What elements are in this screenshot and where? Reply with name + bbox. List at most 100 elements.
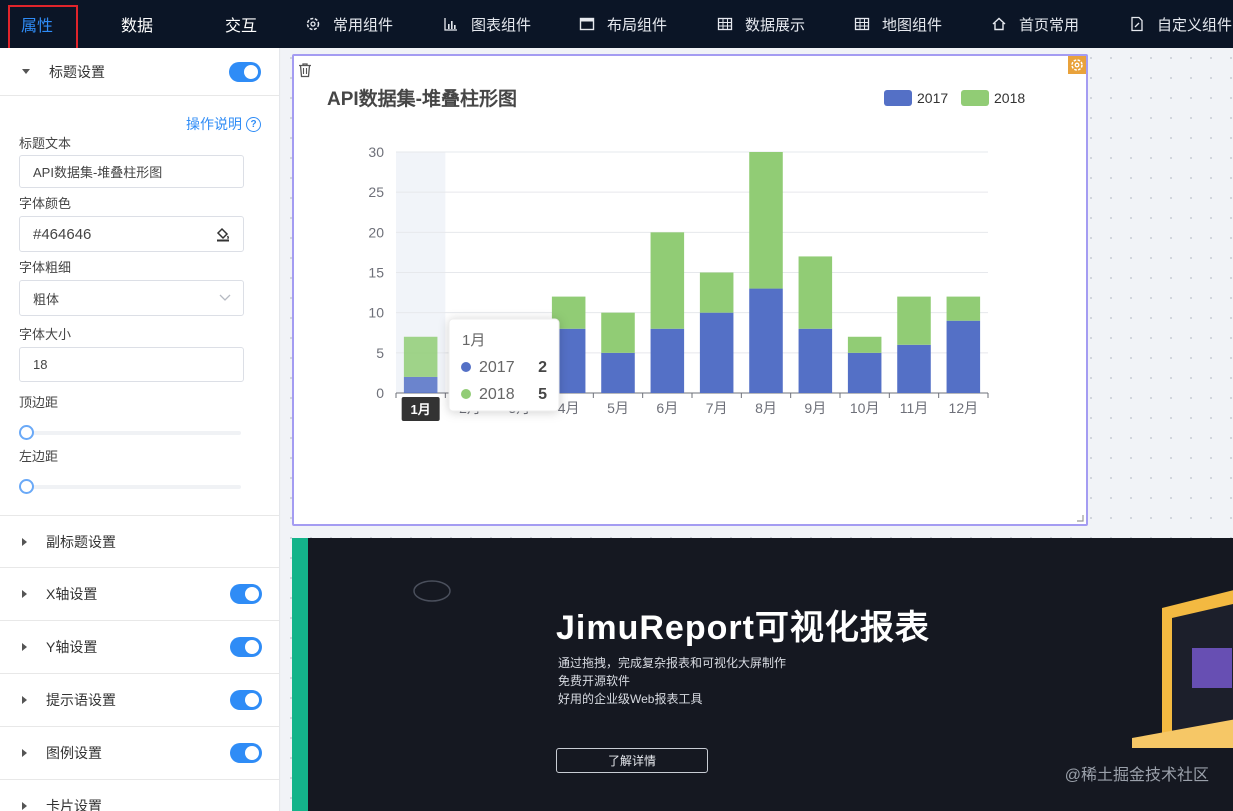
legend-swatch — [961, 90, 989, 106]
x-tick-label: 5月 — [607, 400, 629, 416]
bar-chart-icon — [444, 18, 457, 31]
title-toggle-switch[interactable] — [229, 61, 261, 82]
bar-2018 — [946, 296, 981, 321]
learn-more-button[interactable]: 了解详情 — [556, 748, 708, 773]
bar-2018 — [699, 272, 734, 313]
monitor-illustration-icon — [1132, 590, 1233, 748]
menu-layout-components[interactable]: 布局组件 — [579, 0, 667, 48]
y-tick-label: 20 — [368, 224, 384, 240]
menu-custom-components[interactable]: 自定义组件 — [1129, 0, 1232, 48]
bar-2018 — [847, 336, 882, 353]
tooltip-series-name: 2017 — [479, 359, 515, 376]
legend-label: 2018 — [994, 90, 1025, 106]
bar-2018 — [749, 152, 783, 289]
banner-line: 免费开源软件 — [558, 674, 631, 688]
slider-handle[interactable] — [19, 425, 34, 440]
tooltip-series-name: 2018 — [479, 386, 515, 403]
section-x-axis-settings[interactable]: X轴设置 — [0, 568, 279, 621]
promo-banner: JimuReport可视化报表 通过拖拽，完成复杂报表和可视化大屏制作 免费开源… — [292, 538, 1233, 811]
grid-icon — [854, 17, 870, 31]
legend-label: 2017 — [917, 90, 948, 106]
x-tick-label: 9月 — [804, 400, 826, 416]
question-icon: ? — [246, 116, 261, 132]
x-tick-label: 12月 — [949, 400, 979, 416]
bar-2017 — [798, 328, 833, 393]
menu-map-components[interactable]: 地图组件 — [854, 0, 942, 48]
section-tooltip-settings[interactable]: 提示语设置 — [0, 674, 279, 727]
caret-right-icon — [22, 749, 27, 757]
stacked-bar-chart: API数据集-堆叠柱形图 0510152025301月2月3月4月5月6月7月8… — [327, 87, 1025, 421]
section-subtitle-settings[interactable]: 副标题设置 — [0, 515, 279, 568]
x-tick-label: 6月 — [656, 400, 678, 416]
bar-2018 — [897, 296, 931, 345]
home-icon — [992, 17, 1006, 31]
font-weight-label: 字体粗细 — [19, 260, 72, 275]
menu-chart-components[interactable]: 图表组件 — [443, 0, 531, 48]
tab-properties[interactable]: 属性 — [0, 0, 78, 55]
layout-icon — [579, 17, 595, 31]
section-legend-settings[interactable]: 图例设置 — [0, 727, 279, 780]
chart-title: API数据集-堆叠柱形图 — [327, 87, 517, 110]
caret-right-icon — [22, 537, 27, 546]
tooltip-marker — [461, 362, 471, 372]
menu-home-common[interactable]: 首页常用 — [991, 0, 1079, 48]
top-margin-label: 顶边距 — [19, 395, 59, 410]
left-margin-slider[interactable] — [19, 479, 241, 494]
paint-bucket-icon[interactable] — [215, 226, 231, 242]
y-tick-label: 15 — [368, 265, 384, 281]
menu-common-components[interactable]: 常用组件 — [305, 0, 393, 48]
section-card-settings[interactable]: 卡片设置 — [0, 780, 279, 811]
bar-2017 — [897, 344, 931, 393]
x-tick-label: 8月 — [755, 400, 777, 416]
font-size-label: 字体大小 — [19, 327, 72, 342]
x-tick-label: 11月 — [900, 400, 929, 416]
tooltip-title: 1月 — [462, 332, 485, 349]
bar-2017 — [749, 288, 783, 393]
help-link[interactable]: 操作说明 ? — [186, 114, 261, 134]
top-margin-slider[interactable] — [19, 425, 241, 440]
decorative-ellipse-icon — [413, 580, 451, 602]
edit-doc-icon — [1131, 16, 1143, 32]
menu-data-display[interactable]: 数据展示 — [717, 0, 805, 48]
tab-interaction[interactable]: 交互 — [204, 0, 278, 48]
bar-2018 — [650, 232, 685, 329]
slider-handle[interactable] — [19, 479, 34, 494]
y-axis-toggle-switch[interactable] — [230, 637, 262, 657]
bar-2017 — [847, 352, 882, 393]
banner-title: JimuReport可视化报表 — [556, 609, 930, 647]
table-icon — [717, 17, 733, 31]
caret-down-icon — [22, 69, 30, 74]
tooltip-toggle-switch[interactable] — [230, 690, 262, 710]
bar-2018 — [403, 336, 438, 377]
watermark: @稀土掘金技术社区 — [1064, 767, 1209, 784]
font-size-input[interactable]: 18 — [19, 347, 244, 382]
caret-right-icon — [22, 590, 27, 598]
caret-right-icon — [22, 643, 27, 651]
title-text-input[interactable]: API数据集-堆叠柱形图 — [19, 155, 244, 188]
tooltip-value: 5 — [538, 386, 547, 403]
font-color-label: 字体颜色 — [19, 196, 72, 211]
banner-accent-bar — [292, 538, 308, 811]
title-text-label: 标题文本 — [19, 136, 72, 151]
font-weight-select[interactable]: 粗体 — [19, 280, 244, 316]
top-toolbar: 属性 数据 交互 常用组件 图表组件 布局组件 数据展示 地图组件 首页常用 自… — [0, 0, 1233, 55]
chart-component-card[interactable]: API数据集-堆叠柱形图 0510152025301月2月3月4月5月6月7月8… — [292, 54, 1088, 526]
banner-line: 好用的企业级Web报表工具 — [558, 692, 703, 706]
section-title-settings[interactable]: 标题设置 — [0, 48, 279, 96]
caret-right-icon — [22, 802, 27, 810]
y-tick-label: 0 — [376, 385, 384, 401]
section-y-axis-settings[interactable]: Y轴设置 — [0, 621, 279, 674]
y-tick-label: 30 — [368, 144, 384, 160]
x-tick-label: 1月 — [411, 402, 431, 417]
collapsed-sections: 副标题设置 X轴设置 Y轴设置 提示语设置 图例设置 卡片设置 — [0, 515, 279, 811]
bar-2017 — [946, 320, 981, 393]
bar-2017 — [699, 312, 734, 393]
x-axis-toggle-switch[interactable] — [230, 584, 262, 604]
tooltip-value: 2 — [538, 359, 547, 376]
legend-toggle-switch[interactable] — [230, 743, 262, 763]
tab-data[interactable]: 数据 — [100, 0, 174, 48]
banner-line: 通过拖拽，完成复杂报表和可视化大屏制作 — [558, 656, 787, 670]
font-color-input[interactable]: #464646 — [19, 216, 244, 252]
bar-2017 — [403, 376, 438, 393]
left-margin-label: 左边距 — [19, 449, 59, 464]
